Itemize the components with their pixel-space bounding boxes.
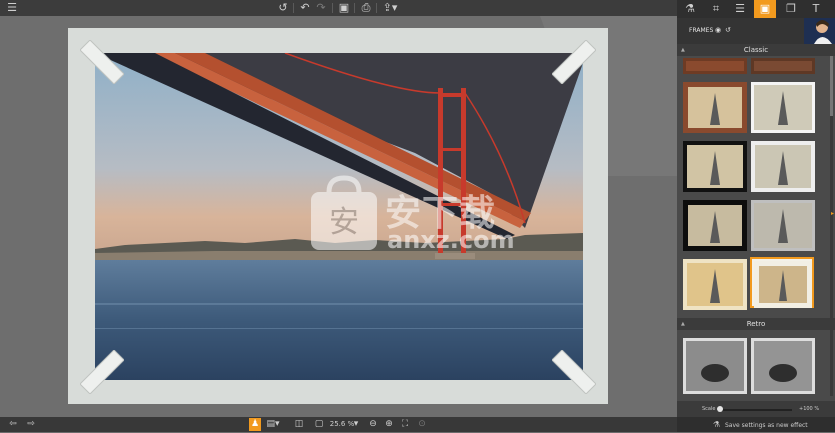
- zoom-dropdown-icon[interactable]: ▾: [352, 418, 360, 431]
- frame-thumbnail[interactable]: [683, 58, 747, 74]
- frame-corner-bottom-right: [552, 350, 596, 394]
- save-effect-label: Save settings as new effect: [725, 422, 808, 429]
- panel-tabs: ⚗ ⌗ ☰ ▣ ❐ T: [677, 0, 835, 18]
- layers-icon[interactable]: ❐: [780, 0, 802, 18]
- section-label-classic: Classic: [743, 46, 769, 54]
- frame-thumbnail[interactable]: [751, 200, 815, 251]
- actual-size-icon[interactable]: ⊙: [416, 418, 428, 431]
- svg-text:安: 安: [329, 205, 359, 240]
- frame-thumbnail[interactable]: [683, 200, 747, 251]
- collapse-arrow-icon: ▲: [681, 47, 685, 53]
- effects-panel: ⚗ ⌗ ☰ ▣ ❐ T FRAMES ◉ ↺ ▲ Classic ▲ Retro…: [677, 0, 835, 432]
- redo-icon[interactable]: ↷: [314, 1, 328, 15]
- zoom-out-icon[interactable]: ⊖: [367, 418, 379, 431]
- section-label-retro: Retro: [746, 320, 766, 328]
- scrollbar-thumb[interactable]: [830, 56, 833, 116]
- menu-icon[interactable]: ☰: [5, 1, 19, 15]
- panel-expand-arrow-icon[interactable]: ▸: [831, 210, 835, 220]
- frame-thumbnail[interactable]: [683, 259, 747, 310]
- toolbar-divider: [293, 3, 294, 13]
- watermark-subtext: anxz.com: [387, 226, 515, 254]
- crop-icon[interactable]: ⌗: [705, 0, 727, 18]
- frame-thumbnail[interactable]: [683, 338, 747, 394]
- reset-icon[interactable]: ↺: [725, 26, 731, 34]
- toolbar-divider: [376, 3, 377, 13]
- sliders-icon[interactable]: ☰: [729, 0, 751, 18]
- person-view-icon[interactable]: ♟: [249, 418, 261, 431]
- thumbnail-image: [688, 87, 742, 128]
- fit-screen-icon[interactable]: ⛶: [399, 418, 411, 431]
- frame-thumbnail[interactable]: [751, 141, 815, 192]
- scale-control: Scale +100 %: [677, 401, 835, 417]
- next-icon[interactable]: ⇨: [24, 418, 38, 431]
- text-icon[interactable]: T: [805, 0, 827, 18]
- thumbnail-image: [754, 261, 812, 308]
- thumbnail-image: [687, 145, 743, 188]
- avatar-image: [804, 18, 835, 44]
- panel-header: FRAMES ◉ ↺: [677, 18, 835, 44]
- frame-corner-bottom-left: [80, 350, 124, 394]
- eye-icon[interactable]: ◉: [715, 26, 721, 34]
- thumbnail-image: [688, 205, 742, 246]
- image-view-icon[interactable]: ▤▾: [265, 418, 281, 431]
- thumbnail-image: [754, 85, 812, 130]
- print-icon[interactable]: ⎙: [359, 1, 373, 15]
- watermark: 安 安下载 anxz.com: [309, 174, 539, 254]
- previous-icon[interactable]: ⇦: [6, 418, 20, 431]
- toolbar-divider: [332, 3, 333, 13]
- thumbnail-image: [754, 341, 812, 391]
- compare-icon[interactable]: ◫: [292, 418, 306, 431]
- zoom-fit-icon[interactable]: ▢: [314, 418, 324, 431]
- save-icon[interactable]: ▣: [337, 1, 351, 15]
- undo-icon[interactable]: ↶: [298, 1, 312, 15]
- frame-thumbnail[interactable]: [751, 82, 815, 133]
- scale-slider-track[interactable]: [717, 409, 792, 411]
- thumbnail-image: [754, 203, 812, 248]
- frame-thumbnail[interactable]: [751, 58, 815, 74]
- panel-header-label: FRAMES: [689, 27, 714, 34]
- thumbnail-image: [755, 145, 811, 188]
- scale-slider-handle[interactable]: [717, 406, 723, 412]
- section-header-classic[interactable]: ▲ Classic: [677, 44, 835, 56]
- thumbnail-image: [687, 263, 743, 306]
- frame-thumbnail-selected[interactable]: [750, 257, 814, 308]
- save-effect-button[interactable]: ⚗ Save settings as new effect: [677, 417, 835, 432]
- bag-icon: 安: [311, 175, 377, 250]
- panel-scrollbar[interactable]: [830, 56, 833, 396]
- zoom-in-icon[interactable]: ⊕: [383, 418, 395, 431]
- rotate-icon[interactable]: ↺: [276, 1, 290, 15]
- frame-thumbnail[interactable]: [683, 141, 747, 192]
- flask-icon[interactable]: ⚗: [679, 0, 701, 18]
- collapse-arrow-icon: ▲: [681, 321, 685, 327]
- share-icon[interactable]: ⇪▾: [381, 1, 399, 15]
- frame-corner-top-right: [552, 40, 596, 84]
- frame-thumbnail[interactable]: [751, 338, 815, 394]
- toolbar-divider: [354, 3, 355, 13]
- top-toolbar: ☰ ↺ ↶ ↷ ▣ ⎙ ⇪▾: [0, 0, 677, 16]
- scale-value: +100 %: [799, 406, 820, 412]
- frame-corner-top-left: [80, 40, 124, 84]
- thumbnail-image: [686, 341, 744, 391]
- avatar: [804, 18, 835, 44]
- frame-thumbnail[interactable]: [683, 82, 747, 133]
- flask-icon: ⚗: [713, 420, 721, 429]
- section-header-retro[interactable]: ▲ Retro: [677, 318, 835, 330]
- frames-icon[interactable]: ▣: [754, 0, 776, 18]
- scale-label: Scale: [702, 406, 716, 412]
